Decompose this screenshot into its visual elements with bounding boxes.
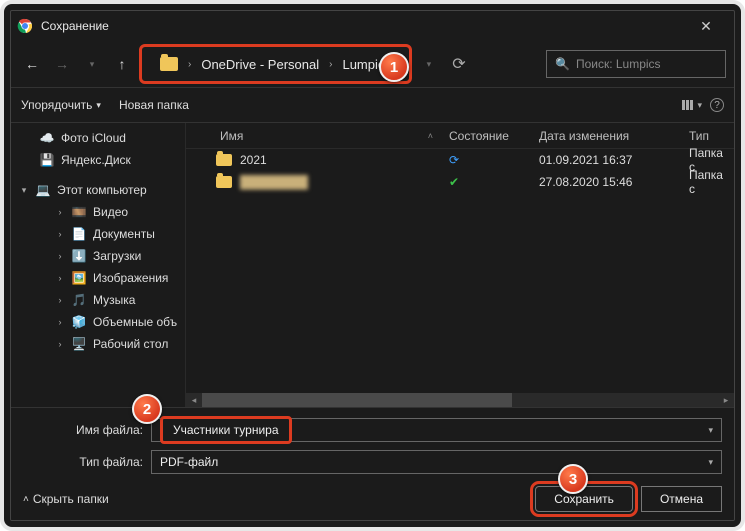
folder-icon [216,176,232,188]
chevron-down-icon[interactable]: ▾ [708,425,713,436]
address-highlight: › OneDrive - Personal › Lumpics [139,44,412,84]
column-date[interactable]: Дата изменения [531,129,681,143]
list-item[interactable]: 2021 ⟳ 01.09.2021 16:37 Папка с [186,149,734,171]
annotation-marker-3: 3 [558,464,588,494]
chevron-right-icon: › [188,59,191,70]
scroll-thumb[interactable] [202,393,512,407]
new-folder-button[interactable]: Новая папка [119,98,189,112]
annotation-marker-2: 2 [132,394,162,424]
up-button[interactable]: ↑ [109,51,135,77]
search-input[interactable]: 🔍 Поиск: Lumpics [546,50,726,78]
tree-item-documents[interactable]: ›📄Документы [11,223,185,245]
nav-tree: ☁️Фото iCloud 💾Яндекс.Диск ▾💻Этот компью… [11,123,186,407]
cloud-icon: ☁️ [39,130,55,146]
video-icon: 🎞️ [71,204,87,220]
nav-row: ← → ▾ ↑ › OneDrive - Personal › Lumpics … [11,41,734,87]
annotation-marker-1: 1 [379,52,409,82]
list-header: Имя˄ Состояние Дата изменения Тип [186,123,734,149]
filetype-select[interactable]: PDF-файл ▾ [151,450,722,474]
forward-button[interactable]: → [49,51,75,77]
help-button[interactable]: ? [710,98,724,112]
download-icon: ⬇️ [71,248,87,264]
check-icon: ✔ [449,175,459,189]
cancel-button[interactable]: Отмена [641,486,722,512]
filename-highlight: Участники турнира [160,416,292,444]
breadcrumb-segment[interactable]: OneDrive - Personal [201,57,319,72]
address-bar[interactable]: › OneDrive - Personal › Lumpics [150,49,401,79]
pc-icon: 💻 [35,182,51,198]
h-scrollbar[interactable]: ◂ ▸ [186,393,734,407]
scroll-left-icon[interactable]: ◂ [186,393,202,407]
app-icon [17,18,33,34]
filename-label: Имя файла: [23,423,143,437]
cube-icon: 🧊 [71,314,87,330]
folder-icon [216,154,232,166]
document-icon: 📄 [71,226,87,242]
chevron-right-icon: › [55,251,65,261]
sort-icon: ˄ [428,131,433,141]
search-placeholder: Поиск: Lumpics [576,57,661,71]
search-icon: 🔍 [555,57,570,71]
tree-item-yadisk[interactable]: 💾Яндекс.Диск [11,149,185,171]
music-icon: 🎵 [71,292,87,308]
list-item[interactable]: ████████ ✔ 27.08.2020 15:46 Папка с [186,171,734,193]
bottom-panel: Имя файла: Участники турнира ▾ Тип файла… [11,407,734,520]
chevron-right-icon: › [55,229,65,239]
titlebar: Сохранение ✕ [11,11,734,41]
tree-item-desktop[interactable]: ›🖥️Рабочий стол [11,333,185,355]
chevron-right-icon: › [55,295,65,305]
tree-item-pictures[interactable]: ›🖼️Изображения [11,267,185,289]
scroll-right-icon[interactable]: ▸ [718,393,734,407]
tree-item-downloads[interactable]: ›⬇️Загрузки [11,245,185,267]
chevron-down-icon: ▾ [697,100,702,111]
chevron-down-icon: ▾ [96,100,101,111]
save-dialog: Сохранение ✕ ← → ▾ ↑ › OneDrive - Person… [10,10,735,521]
close-button[interactable]: ✕ [684,11,728,41]
refresh-button[interactable]: ⟳ [446,51,472,77]
chevron-right-icon: › [55,273,65,283]
column-type[interactable]: Тип [681,129,734,143]
column-name[interactable]: Имя˄ [186,129,441,143]
chevron-right-icon: › [55,339,65,349]
file-list: Имя˄ Состояние Дата изменения Тип 2021 ⟳… [186,123,734,407]
picture-icon: 🖼️ [71,270,87,286]
chevron-down-icon[interactable]: ▾ [708,457,713,468]
chevron-up-icon: ˄ [23,494,29,505]
address-dropdown[interactable]: ▾ [416,51,442,77]
filename-input[interactable]: Участники турнира ▾ [151,418,722,442]
chevron-right-icon: › [55,207,65,217]
save-button[interactable]: Сохранить [535,486,633,512]
column-state[interactable]: Состояние [441,129,531,143]
view-button[interactable]: ▾ [682,100,702,111]
tree-item-music[interactable]: ›🎵Музыка [11,289,185,311]
recent-dropdown[interactable]: ▾ [79,51,105,77]
view-icon [682,100,693,110]
chevron-right-icon: › [55,317,65,327]
organize-button[interactable]: Упорядочить ▾ [21,98,101,112]
tree-item-thispc[interactable]: ▾💻Этот компьютер [11,179,185,201]
desktop-icon: 🖥️ [71,336,87,352]
filetype-label: Тип файла: [23,455,143,469]
tree-item-videos[interactable]: ›🎞️Видео [11,201,185,223]
tree-item-icloud[interactable]: ☁️Фото iCloud [11,127,185,149]
folder-icon [160,57,178,71]
toolbar: Упорядочить ▾ Новая папка ▾ ? [11,87,734,123]
hide-folders-button[interactable]: ˄ Скрыть папки [23,492,109,506]
sync-icon: ⟳ [449,153,459,167]
back-button[interactable]: ← [19,51,45,77]
chevron-down-icon: ▾ [19,185,29,196]
window-title: Сохранение [41,19,109,33]
chevron-right-icon: › [329,59,332,70]
disk-icon: 💾 [39,152,55,168]
tree-item-3dobjects[interactable]: ›🧊Объемные объ [11,311,185,333]
